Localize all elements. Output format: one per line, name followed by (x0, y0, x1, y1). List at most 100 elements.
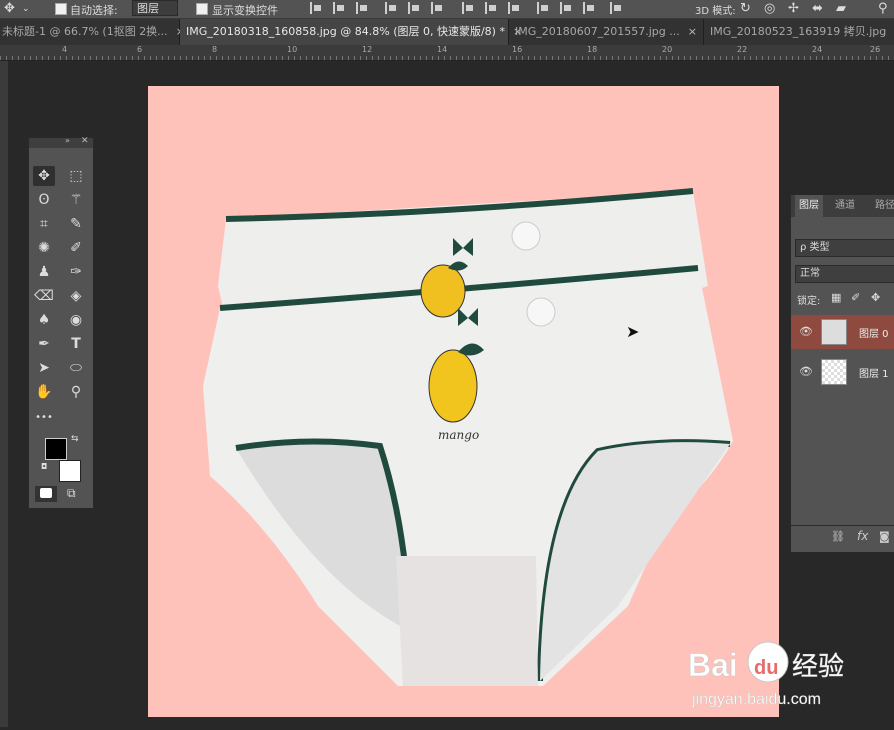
eyedropper-tool-icon[interactable]: ✎ (65, 214, 87, 234)
search-icon[interactable]: ⚲ (878, 1, 888, 16)
magic-wand-tool-icon[interactable]: ⚚ (65, 190, 87, 210)
healing-tool-icon[interactable]: ✺ (33, 238, 55, 258)
align-middle-icon[interactable] (408, 2, 422, 14)
foreground-color-swatch[interactable] (45, 438, 67, 460)
hand-tool-icon[interactable]: ✋ (33, 382, 55, 402)
auto-align-icon[interactable] (610, 2, 624, 14)
move-icon[interactable]: ✥ (4, 1, 15, 16)
svg-text:Bai: Bai (688, 647, 738, 683)
auto-select-label: 自动选择: (70, 4, 118, 17)
pen-tool-icon[interactable]: ✒ (33, 334, 55, 354)
scale-3d-icon[interactable]: ▰ (836, 1, 846, 16)
ruler-tick: 20 (662, 45, 673, 54)
document-canvas[interactable]: mango (148, 86, 779, 717)
horizontal-ruler[interactable]: 4 6 8 10 12 14 16 18 20 22 24 26 (0, 45, 894, 61)
ruler-tick: 24 (812, 45, 823, 54)
chevron-down-icon[interactable]: ⌄ (22, 4, 30, 14)
link-icon[interactable]: ⛓ (831, 530, 845, 543)
shape-tool-icon[interactable]: ⬭ (65, 358, 87, 378)
fx-icon[interactable]: fx (857, 529, 868, 543)
tab-label: IMG_20180523_163919 拷贝.jpg (710, 25, 887, 38)
ruler-tick: 10 (287, 45, 298, 54)
distribute-5-icon[interactable] (560, 2, 574, 14)
layer-row[interactable]: 👁 图层 1 (791, 355, 894, 389)
layer-row[interactable]: 👁 图层 0 (791, 315, 894, 349)
auto-select-dropdown[interactable]: 图层 (132, 0, 178, 16)
move-cursor-icon: ➤ (626, 322, 640, 341)
tab-img-20180607[interactable]: IMG_20180607_201557.jpg ... × (509, 19, 704, 45)
lock-brush-icon[interactable]: ✐ (851, 291, 860, 304)
align-center-icon[interactable] (333, 2, 347, 14)
stamp-tool-icon[interactable]: ♟ (33, 262, 55, 282)
vertical-ruler[interactable] (0, 61, 8, 727)
eraser-tool-icon[interactable]: ⌫ (33, 286, 55, 306)
quick-mask-button[interactable] (35, 486, 57, 502)
layer-thumbnail (821, 319, 847, 345)
lock-position-icon[interactable]: ✥ (871, 291, 880, 304)
tab-layers[interactable]: 图层 (795, 195, 823, 217)
ruler-tick: 6 (137, 45, 143, 54)
blend-mode-select[interactable]: 正常 (795, 265, 894, 283)
show-transform-label: 显示变换控件 (212, 4, 278, 17)
lock-pixels-icon[interactable]: ▦ (831, 291, 841, 304)
path-select-tool-icon[interactable]: ➤ (33, 358, 55, 378)
brush-tool-icon[interactable]: ✐ (65, 238, 87, 258)
roll-3d-icon[interactable]: ◎ (764, 1, 775, 16)
tab-label: IMG_20180318_160858.jpg @ 84.8% (图层 0, 快… (186, 25, 505, 38)
default-colors-icon[interactable]: ◘ (41, 462, 47, 471)
dodge-tool-icon[interactable]: ◉ (65, 310, 87, 330)
panel-tabs: 图层 通道 路径 (791, 195, 894, 217)
mask-icon[interactable]: ◙ (879, 530, 890, 543)
document-tabs: 未标题-1 @ 66.7% (1抠图 2换...× IMG_20180318_1… (0, 19, 894, 45)
background-color-swatch[interactable] (59, 460, 81, 482)
drag-3d-icon[interactable]: ✢ (788, 1, 799, 16)
product-photo: mango (203, 188, 733, 686)
crop-tool-icon[interactable]: ⌗ (33, 214, 55, 234)
collapse-icon[interactable]: » (65, 136, 70, 145)
tab-paths[interactable]: 路径 (875, 195, 894, 217)
layers-footer: ⛓ fx ◙ (791, 525, 894, 550)
swap-colors-icon[interactable]: ⇆ (71, 434, 79, 444)
zoom-tool-icon[interactable]: ⚲ (65, 382, 87, 402)
layer-name: 图层 1 (859, 369, 889, 380)
screen-mode-icon[interactable]: ⧉ (67, 486, 76, 501)
close-icon[interactable]: ✕ (81, 136, 89, 146)
tools-panel: » ✕ ✥ ⬚ ʘ ⚚ ⌗ ✎ ✺ ✐ ♟ ✑ ⌫ ◈ ♠ ◉ ✒ T ➤ ⬭ … (28, 136, 94, 509)
auto-select-checkbox[interactable] (55, 3, 67, 15)
ruler-tick: 4 (62, 45, 68, 54)
align-right-icon[interactable] (356, 2, 370, 14)
tab-channels[interactable]: 通道 (835, 195, 855, 217)
distribute-2-icon[interactable] (485, 2, 499, 14)
align-bottom-icon[interactable] (431, 2, 445, 14)
move-tool-icon[interactable]: ✥ (33, 166, 55, 186)
tab-untitled-1[interactable]: 未标题-1 @ 66.7% (1抠图 2换...× (0, 19, 185, 45)
tab-img-20180318[interactable]: IMG_20180318_160858.jpg @ 84.8% (图层 0, 快… (180, 19, 522, 45)
distribute-6-icon[interactable] (583, 2, 597, 14)
distribute-4-icon[interactable] (537, 2, 551, 14)
layer-name: 图层 0 (859, 329, 889, 340)
distribute-3-icon[interactable] (508, 2, 522, 14)
orbit-3d-icon[interactable]: ↻ (740, 1, 751, 16)
visibility-eye-icon[interactable]: 👁 (799, 365, 813, 378)
layers-panel: 图层 通道 路径 ρ 类型 正常 锁定: ▦ ✐ ✥ 👁 图层 0 👁 图层 1… (790, 195, 894, 552)
align-left-icon[interactable] (310, 2, 324, 14)
tab-img-20180523[interactable]: IMG_20180523_163919 拷贝.jpg× (704, 19, 894, 45)
show-transform-checkbox[interactable] (196, 3, 208, 15)
options-bar: ✥ ⌄ 自动选择: 图层 显示变换控件 3D 模式: ↻ ◎ ✢ ⬌ ▰ ⚲ (0, 0, 894, 19)
visibility-eye-icon[interactable]: 👁 (799, 325, 813, 338)
more-tools-icon[interactable]: ••• (33, 408, 55, 428)
blur-tool-icon[interactable]: ♠ (33, 310, 55, 330)
lasso-tool-icon[interactable]: ʘ (33, 190, 55, 210)
quick-mask-icon (40, 488, 52, 498)
bucket-tool-icon[interactable]: ◈ (65, 286, 87, 306)
panel-header[interactable]: » ✕ (29, 136, 93, 148)
lock-label: 锁定: (797, 296, 821, 307)
history-brush-tool-icon[interactable]: ✑ (65, 262, 87, 282)
distribute-1-icon[interactable] (462, 2, 476, 14)
slide-3d-icon[interactable]: ⬌ (812, 1, 823, 16)
marquee-tool-icon[interactable]: ⬚ (65, 166, 87, 186)
layer-filter-select[interactable]: ρ 类型 (795, 239, 894, 257)
align-top-icon[interactable] (385, 2, 399, 14)
type-tool-icon[interactable]: T (65, 334, 87, 354)
close-icon[interactable]: × (688, 25, 697, 38)
